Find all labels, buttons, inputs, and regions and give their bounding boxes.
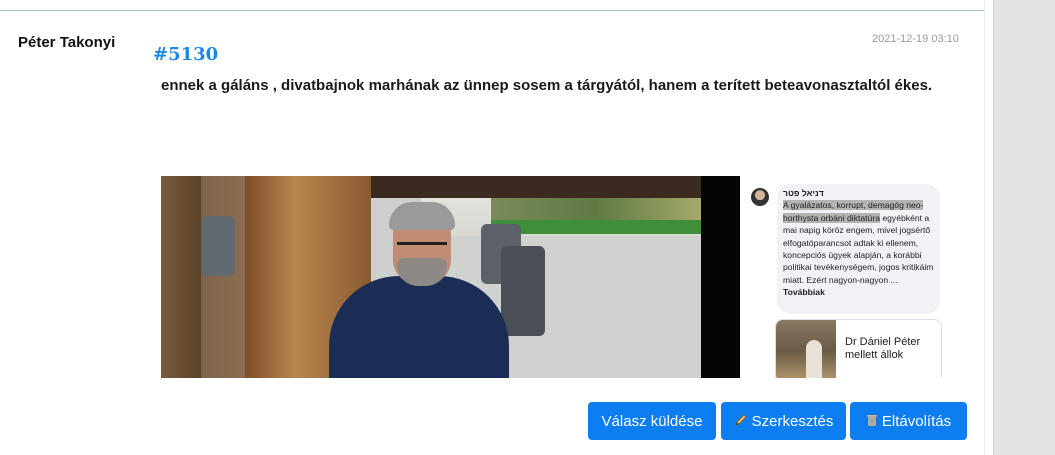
pencil-icon [734,413,748,430]
delete-button[interactable]: Eltávolítás [850,402,967,440]
photo-lawn [491,220,701,234]
card-figure [806,340,822,378]
top-divider [0,10,985,11]
post-body-text: ennek a gáláns , divatbajnok marhának az… [161,77,933,94]
post-id-link[interactable]: #5130 [153,44,218,65]
photo-person-hair [389,202,455,230]
post-timestamp: 2021-12-19 03:10 [872,33,959,45]
photo-person-glasses [397,242,447,253]
cafe-photo [161,176,740,378]
facebook-screenshot: דניאל פטר A gyalázatos, korrupt, demagóg… [740,176,958,378]
photo-chair [501,246,545,336]
photo-person-body [329,276,509,378]
reply-button-label: Válasz küldése [601,412,703,430]
trash-icon [866,413,878,430]
see-more-link: Továbbiak [783,287,825,298]
post-author: Péter Takonyi [18,34,116,51]
edit-button-label: Szerkesztés [751,412,834,430]
reply-button[interactable]: Válasz küldése [588,402,716,440]
edit-button[interactable]: Szerkesztés [721,402,846,440]
shared-card: Dr Dániel Péter mellett állok [775,319,942,378]
comment-text: egyébként a mai napig köröz engem, mivel… [783,212,934,285]
comment-bubble: דניאל פטר A gyalázatos, korrupt, demagóg… [777,184,940,314]
card-caption: Dr Dániel Péter mellett állok [845,336,921,361]
delete-button-label: Eltávolítás [881,412,952,430]
photo-beam [161,176,201,378]
photo-black-strip [701,176,740,378]
photo-chair [201,216,235,276]
comment-author: דניאל פטר [783,188,824,198]
content-edge [984,0,985,455]
avatar [751,188,769,206]
post-image[interactable]: דניאל פטר A gyalázatos, korrupt, demagóg… [161,176,958,378]
right-scroll-rail [993,0,1055,455]
